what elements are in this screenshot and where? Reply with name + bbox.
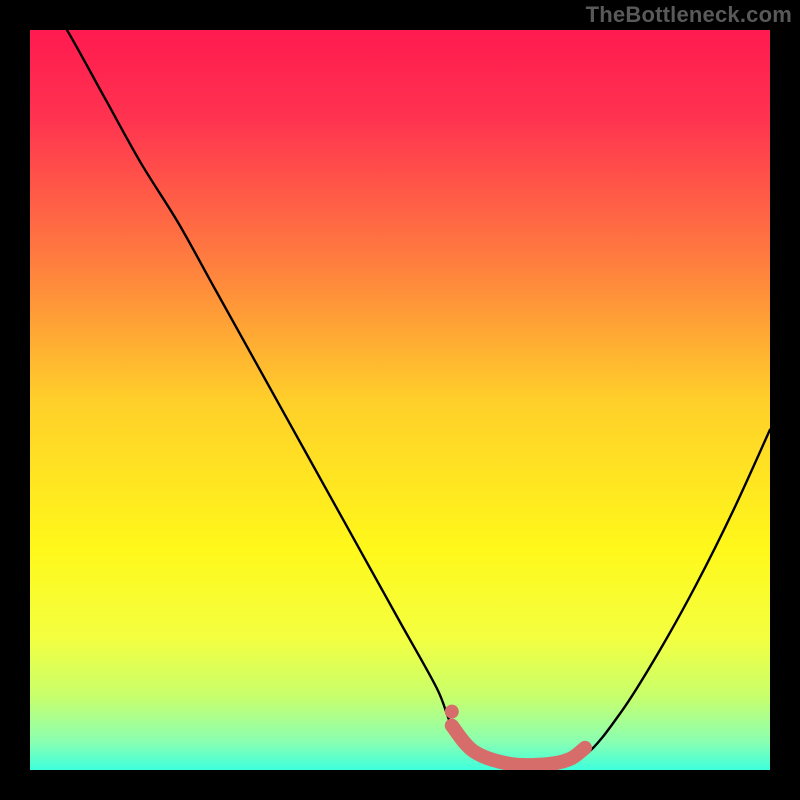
- curve-layer: [30, 30, 770, 770]
- highlight-segment: [452, 726, 585, 766]
- highlight-start-dot: [445, 705, 459, 719]
- plot-area: [30, 30, 770, 770]
- chart-container: TheBottleneck.com: [0, 0, 800, 800]
- bottleneck-curve: [30, 30, 770, 768]
- watermark-text: TheBottleneck.com: [586, 2, 792, 28]
